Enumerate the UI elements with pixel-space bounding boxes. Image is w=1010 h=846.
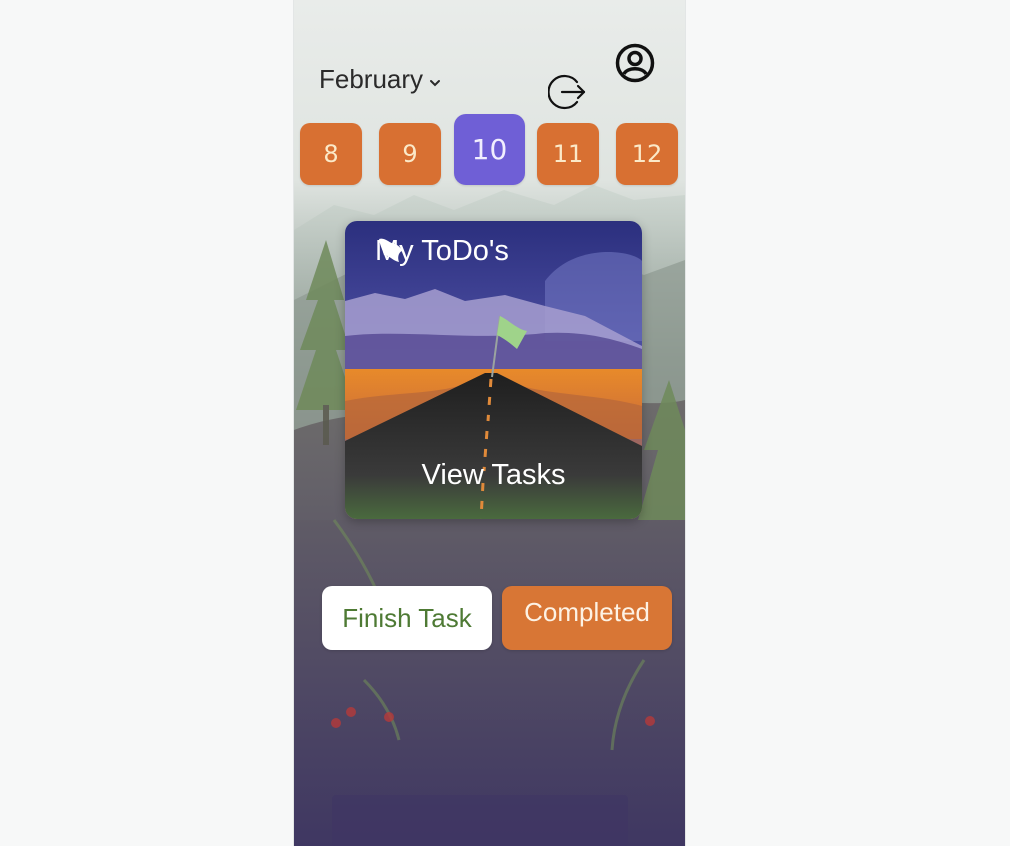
completed-button[interactable]: Completed: [502, 586, 672, 650]
flag-icon: [379, 238, 402, 262]
day-9-button[interactable]: 9: [379, 123, 441, 185]
day-12-button[interactable]: 12: [616, 123, 678, 185]
day-8-button[interactable]: 8: [300, 123, 362, 185]
card-title: My ToDo's: [375, 235, 509, 268]
todo-card[interactable]: My ToDo's View Tasks: [345, 221, 642, 519]
day-label: 12: [631, 140, 663, 168]
day-label: 8: [323, 140, 339, 168]
day-picker: 8 9 10 11 12: [294, 0, 685, 200]
day-label: 9: [402, 140, 418, 168]
finish-task-button[interactable]: Finish Task: [322, 586, 492, 650]
day-label: 10: [471, 133, 508, 166]
app-screen: February 8 9 10 11 12 My ToDo's View Tas…: [293, 0, 686, 846]
day-11-button[interactable]: 11: [537, 123, 599, 185]
day-label: 11: [552, 140, 584, 168]
day-10-button-selected[interactable]: 10: [454, 114, 525, 185]
view-tasks-button[interactable]: View Tasks: [345, 459, 642, 492]
